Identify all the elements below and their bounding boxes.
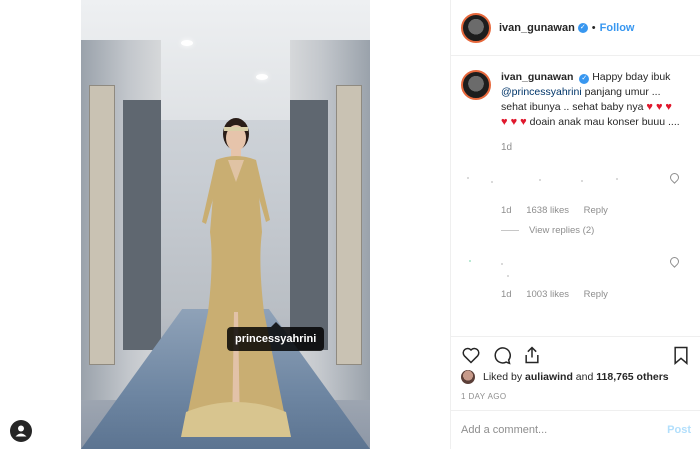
caption-text: ivan_gunawan ✓ Happy bday ibuk @princess…	[501, 70, 681, 130]
likes-middle: and	[575, 371, 594, 383]
comments-list[interactable]: ivan_gunawan ✓ Happy bday ibuk @princess…	[451, 56, 700, 336]
post-details-panel: ivan_gunawan ✓ • Follow ivan_gunawan ✓ H…	[450, 0, 700, 449]
list-item: 1d 1003 likes Reply	[461, 251, 691, 300]
caption-text-before: Happy bday ibuk	[592, 71, 671, 83]
caption-age: 1d	[501, 142, 513, 153]
user-tag-icon[interactable]	[10, 420, 32, 442]
photo-pane: princessyahrini	[0, 0, 449, 449]
avatar[interactable]	[461, 12, 491, 43]
likes-prefix: Liked by	[483, 371, 523, 383]
blurred-comment-text	[461, 171, 621, 185]
post-timestamp[interactable]: 1 DAY AGO	[461, 392, 507, 401]
list-item: 1d 1638 likes Reply View replies (2)	[461, 167, 691, 236]
blurred-comment-text	[461, 255, 621, 277]
add-comment-input[interactable]	[461, 424, 651, 436]
comment-likes-link[interactable]: 1638 likes	[526, 205, 569, 216]
comment-age: 1d	[501, 289, 512, 300]
woman-in-gold-gown	[181, 118, 291, 437]
corridor-door-right	[336, 85, 362, 365]
heart-emoji-icon: ♥ ♥	[646, 101, 663, 113]
header-separator: •	[591, 21, 596, 34]
post-header: ivan_gunawan ✓ • Follow	[451, 0, 700, 56]
post-photo[interactable]	[81, 0, 370, 449]
avatar[interactable]	[461, 70, 491, 100]
corridor-pillar-left	[123, 100, 161, 350]
comment-meta: 1d 1638 likes Reply	[501, 205, 620, 216]
verified-badge-icon: ✓	[577, 22, 588, 33]
likes-others-link[interactable]: 118,765 others	[596, 371, 668, 383]
comment-like-heart-icon[interactable]	[668, 255, 681, 268]
caption-mention-link[interactable]: @princessyahrini	[501, 86, 582, 98]
comment-age: 1d	[501, 205, 512, 216]
comment-meta: 1d 1003 likes Reply	[501, 289, 620, 300]
comment-like-heart-icon[interactable]	[668, 171, 681, 184]
instagram-post-modal: princessyahrini ivan_gunawan ✓ • Follow …	[0, 0, 700, 449]
corridor-door-left	[89, 85, 115, 365]
ceiling-light	[181, 40, 193, 46]
likes-summary: Liked by auliawind and 118,765 others	[461, 370, 669, 384]
bookmark-icon[interactable]	[671, 345, 691, 365]
post-comment-button[interactable]: Post	[667, 424, 691, 436]
heart-icon[interactable]	[461, 345, 481, 365]
ceiling-light	[256, 74, 268, 80]
reply-button[interactable]: Reply	[584, 289, 608, 300]
caption-text-end: doain anak mau konser buuu ....	[529, 116, 680, 128]
comment-icon[interactable]	[492, 345, 512, 365]
avatar[interactable]	[461, 370, 475, 384]
view-replies-button[interactable]: View replies (2)	[501, 225, 594, 236]
add-comment-bar: Post	[451, 410, 700, 449]
verified-badge-icon: ✓	[579, 74, 590, 84]
follow-button[interactable]: Follow	[600, 22, 635, 34]
header-username[interactable]: ivan_gunawan	[499, 22, 575, 34]
caption-username[interactable]: ivan_gunawan	[501, 71, 573, 83]
user-tag-label[interactable]: princessyahrini	[227, 322, 325, 351]
share-icon[interactable]	[522, 345, 542, 365]
action-bar	[451, 336, 700, 368]
comment-likes-link[interactable]: 1003 likes	[526, 289, 569, 300]
caption-comment: ivan_gunawan ✓ Happy bday ibuk @princess…	[461, 70, 691, 130]
reply-button[interactable]: Reply	[584, 205, 608, 216]
liked-by-user-link[interactable]: auliawind	[525, 371, 573, 383]
